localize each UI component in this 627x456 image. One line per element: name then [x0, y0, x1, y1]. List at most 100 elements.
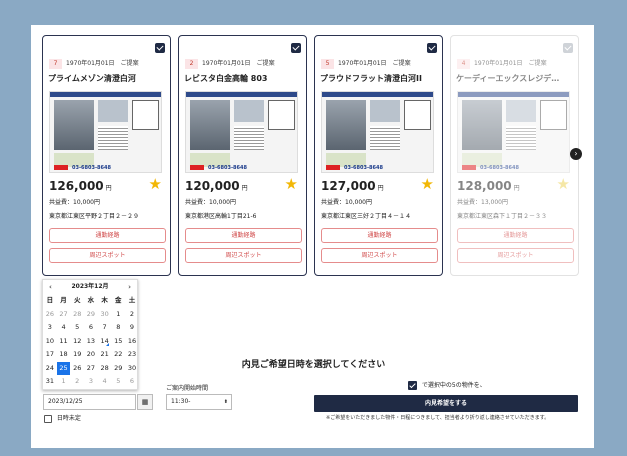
card-tag: ご提案 — [256, 60, 275, 67]
commute-route-button[interactable]: 通勤経路 — [457, 228, 574, 243]
commute-route-button[interactable]: 通勤経路 — [185, 228, 302, 243]
contact-note: ※ご希望をいただきました物件・日程につきまして、担当者より折り返し連絡させていた… — [326, 415, 550, 421]
calendar-day[interactable]: 4 — [98, 375, 112, 389]
submit-viewing-request-button[interactable]: 内見希望をする — [314, 395, 578, 412]
time-label: ご案内開始時間 — [166, 385, 209, 392]
weekday-label: 火 — [73, 296, 81, 304]
calendar-day[interactable]: 6 — [84, 321, 98, 335]
calendar-day[interactable]: 30 — [125, 362, 139, 376]
weekday-label: 土 — [128, 296, 136, 304]
select-checkbox[interactable] — [427, 43, 437, 53]
property-card[interactable]: 7 1970年01月01日 ご提案 プライムメゾン清澄白河 03-6803-8648 1… — [42, 35, 171, 276]
calendar-day[interactable]: 29 — [84, 308, 98, 322]
card-date: 1970年01月01日 — [202, 60, 251, 67]
card-date: 1970年01月01日 — [66, 60, 115, 67]
calendar-day[interactable]: 29 — [111, 362, 125, 376]
floorplan-flyer-image[interactable]: 03-6803-8648 — [321, 91, 434, 173]
date-input[interactable]: 2023/12/25 — [43, 394, 136, 410]
weekday-label: 月 — [60, 296, 67, 304]
calendar-day[interactable]: 31 — [43, 375, 57, 389]
favorite-star-icon[interactable]: ★ — [149, 177, 162, 192]
date-picker-popup: ‹ 2023年12月 › 日月火水木金土 26 27 28 29 30 1 2 3 4 5 6 7 8 9 1… — [42, 279, 138, 390]
calendar-header: ‹ 2023年12月 › — [43, 280, 137, 294]
select-checkbox[interactable] — [155, 43, 165, 53]
favorite-star-icon[interactable]: ★ — [557, 177, 570, 192]
calendar-day[interactable]: 30 — [98, 308, 112, 322]
next-month-icon[interactable]: › — [128, 280, 131, 294]
undecided-option[interactable]: 日時未定 — [44, 414, 81, 423]
property-card[interactable]: 4 1970年01月01日 ご提案 ケーディーエックスレジデ… 03-6803-864… — [450, 35, 579, 276]
select-checkbox[interactable] — [563, 43, 573, 53]
calendar-day[interactable]: 2 — [125, 308, 139, 322]
favorite-star-icon[interactable]: ★ — [421, 177, 434, 192]
property-address: 東京都江東区三好２丁目４－１４ — [321, 213, 412, 220]
calendar-day[interactable]: 26 — [43, 308, 57, 322]
undecided-checkbox[interactable] — [44, 414, 52, 423]
calendar-icon[interactable]: ▦ — [137, 394, 153, 410]
calendar-day[interactable]: 25 — [56, 361, 71, 375]
calendar-day[interactable]: 1 — [111, 308, 125, 322]
property-address: 東京都港区高輪1丁目21-6 — [185, 213, 257, 220]
floorplan-flyer-image[interactable]: 03-6803-8648 — [185, 91, 298, 173]
calendar-day[interactable]: 5 — [111, 375, 125, 389]
calendar-day[interactable]: 6 — [125, 375, 139, 389]
calendar-day[interactable]: 28 — [70, 308, 84, 322]
calendar-day[interactable]: 7 — [98, 321, 112, 335]
calendar-day[interactable]: 24 — [43, 362, 57, 376]
favorite-star-icon[interactable]: ★ — [285, 177, 298, 192]
commute-route-button[interactable]: 通勤経路 — [49, 228, 166, 243]
calendar-day[interactable]: 12 — [70, 335, 84, 349]
calendar-day[interactable]: 11 — [57, 335, 71, 349]
property-name: プラウドフラット清澄白河II — [320, 74, 422, 83]
weekday-label: 水 — [87, 296, 95, 304]
calendar-day[interactable]: 8 — [111, 321, 125, 335]
nearby-spots-button[interactable]: 周辺スポット — [321, 248, 438, 263]
prev-month-icon[interactable]: ‹ — [49, 280, 52, 294]
calendar-day[interactable]: 3 — [84, 375, 98, 389]
card-date: 1970年01月01日 — [474, 60, 523, 67]
calendar-day[interactable]: 27 — [57, 308, 71, 322]
property-address: 東京都江東区平野２丁目２－２９ — [49, 213, 140, 220]
confirm-checkbox[interactable] — [408, 381, 417, 390]
calendar-day[interactable]: 27 — [84, 362, 98, 376]
carousel-next-button[interactable]: › — [570, 148, 582, 160]
chevron-updown-icon: ⬍ — [223, 399, 228, 405]
calendar-day[interactable]: 23 — [125, 348, 139, 362]
select-checkbox[interactable] — [291, 43, 301, 53]
calendar-day[interactable]: 4 — [57, 321, 71, 335]
calendar-day[interactable]: 3 — [43, 321, 57, 335]
calendar-day[interactable]: 5 — [70, 321, 84, 335]
time-select[interactable]: 11:30- ⬍ — [166, 394, 232, 410]
nearby-spots-button[interactable]: 周辺スポット — [49, 248, 166, 263]
calendar-day[interactable]: 2 — [70, 375, 84, 389]
floorplan-flyer-image[interactable]: 03-6803-8648 — [49, 91, 162, 173]
time-select-value: 11:30- — [171, 398, 191, 405]
calendar-day[interactable]: 10 — [43, 335, 57, 349]
calendar-day[interactable]: 20 — [84, 348, 98, 362]
calendar-day[interactable]: 13 — [84, 335, 98, 349]
calendar-day[interactable]: 16 — [125, 335, 139, 349]
calendar-day[interactable]: 21 — [98, 348, 112, 362]
calendar-day[interactable]: 28 — [98, 362, 112, 376]
weekday-label: 日 — [46, 296, 54, 304]
calendar-day[interactable]: 18 — [57, 348, 71, 362]
nearby-spots-button[interactable]: 周辺スポット — [185, 248, 302, 263]
floorplan-flyer-image[interactable]: 03-6803-8648 — [457, 91, 570, 173]
calendar-day[interactable]: 26 — [70, 362, 84, 376]
card-date: 1970年01月01日 — [338, 60, 387, 67]
calendar-day[interactable]: 1 — [57, 375, 71, 389]
calendar-day[interactable]: 22 — [111, 348, 125, 362]
property-card[interactable]: 5 1970年01月01日 ご提案 プラウドフラット清澄白河II 03-6803-86… — [314, 35, 443, 276]
calendar-day[interactable]: 19 — [70, 348, 84, 362]
calendar-day[interactable]: 15 — [111, 335, 125, 349]
nearby-spots-button[interactable]: 周辺スポット — [457, 248, 574, 263]
commute-route-button[interactable]: 通勤経路 — [321, 228, 438, 243]
property-card[interactable]: 2 1970年01月01日 ご提案 レビスタ白金高輪 803 03-6803-8648… — [178, 35, 307, 276]
weekday-label: 木 — [101, 296, 108, 304]
card-number-badge: 7 — [49, 58, 62, 69]
calendar-day[interactable]: 17 — [43, 348, 57, 362]
calendar-day[interactable]: 9 — [125, 321, 139, 335]
common-fee: 共益費：10,000円 — [185, 199, 236, 206]
confirm-selection[interactable]: で選択中の5の物件を、 — [408, 381, 486, 391]
calendar-day[interactable]: 14 — [98, 335, 112, 349]
